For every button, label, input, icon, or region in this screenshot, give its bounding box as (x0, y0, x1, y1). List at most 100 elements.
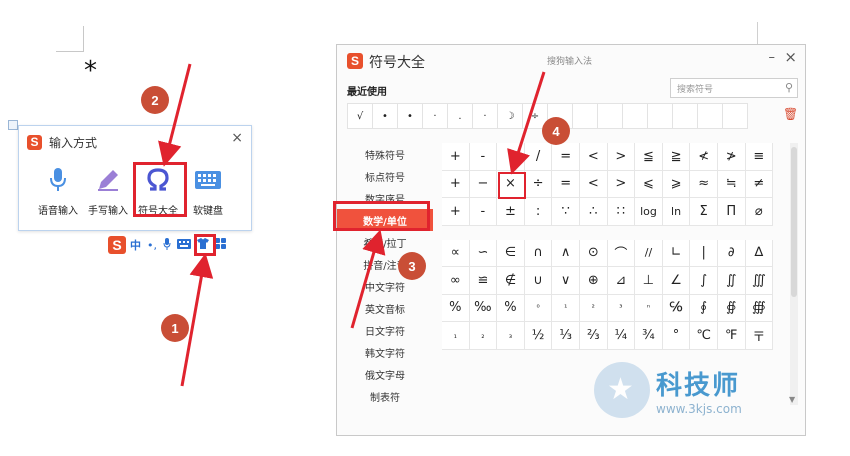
symbol-cell[interactable]: - (469, 198, 498, 226)
symbol-cell[interactable]: ¾ (635, 322, 663, 350)
symbol-cell[interactable]: ⊕ (579, 267, 608, 295)
symbol-cell[interactable]: ≮ (690, 143, 718, 171)
symbol-cell[interactable]: ⁿ (635, 294, 663, 322)
symbol-search-input[interactable]: 搜索符号 ⚲ (670, 78, 798, 98)
recent-empty-cell[interactable] (597, 103, 623, 129)
symbol-cell[interactable]: ∵ (552, 198, 580, 226)
category-item[interactable]: 英文音标 (337, 297, 433, 319)
symbol-cell[interactable]: ⅓ (552, 322, 580, 350)
symbol-cell[interactable]: ≠ (745, 170, 774, 198)
recent-symbol-cell[interactable]: · (422, 103, 448, 129)
recent-symbol-cell[interactable]: • (372, 103, 398, 129)
symbol-cell[interactable]: | (690, 239, 718, 267)
symbol-cell[interactable]: ‰ (469, 294, 498, 322)
symbol-cell[interactable]: - (469, 143, 498, 171)
recent-empty-cell[interactable] (672, 103, 698, 129)
symbol-cell[interactable]: + (442, 198, 470, 226)
symbol-cell[interactable]: % (497, 294, 525, 322)
symbol-cell[interactable]: % (442, 294, 470, 322)
symbol-cell[interactable]: ± (497, 198, 525, 226)
symbol-cell[interactable]: ½ (524, 322, 553, 350)
symbol-cell[interactable]: ° (662, 322, 691, 350)
symbol-cell[interactable]: ≡ (745, 143, 774, 171)
symbol-cell[interactable]: ⊥ (635, 267, 663, 295)
symbol-cell[interactable]: ∷ (607, 198, 636, 226)
symbol-cell[interactable]: ∨ (552, 267, 580, 295)
symbol-cell[interactable]: ∟ (662, 239, 691, 267)
symbol-cell[interactable]: < (579, 143, 608, 171)
recent-empty-cell[interactable] (722, 103, 748, 129)
symbol-cell[interactable]: = (552, 170, 580, 198)
popup-close-button[interactable]: × (231, 130, 243, 146)
sogou-status-logo-icon[interactable]: S (108, 236, 126, 254)
symbol-cell[interactable]: ₁ (442, 322, 470, 350)
symbol-cell[interactable]: ² (579, 294, 608, 322)
symbol-cell[interactable]: ∩ (524, 239, 553, 267)
soft-keyboard-button[interactable]: 软键盘 (183, 164, 233, 217)
punctuation-toggle[interactable]: •, (147, 239, 157, 252)
symbol-cell[interactable]: ⁰ (524, 294, 553, 322)
symbol-cell[interactable]: ₂ (469, 322, 498, 350)
microphone-icon[interactable] (163, 237, 171, 253)
symbol-cell[interactable]: ∆ (745, 239, 774, 267)
symbol-cell[interactable]: ∞ (442, 267, 470, 295)
category-item[interactable]: 日文字符 (337, 319, 433, 341)
recent-symbol-cell[interactable]: ☽ (497, 103, 523, 129)
symbol-cell[interactable]: ∪ (524, 267, 553, 295)
symbol-cell[interactable]: ≌ (469, 267, 498, 295)
symbol-cell[interactable]: − (469, 170, 498, 198)
scroll-down-arrow-icon[interactable]: ▼ (789, 395, 795, 404)
handwriting-input-button[interactable]: 手写输入 (83, 164, 133, 217)
symbol-cell[interactable]: + (442, 170, 470, 198)
symbol-cell[interactable]: ∉ (497, 267, 525, 295)
symbol-cell[interactable]: ∧ (552, 239, 580, 267)
recent-empty-cell[interactable] (572, 103, 598, 129)
symbol-cell[interactable]: / (524, 143, 553, 171)
symbol-cell[interactable]: ≧ (662, 143, 691, 171)
symbol-cell[interactable]: > (607, 170, 636, 198)
apps-icon[interactable] (215, 238, 226, 252)
symbol-cell[interactable]: ⌒ (607, 239, 636, 267)
category-item[interactable]: 制表符 (337, 385, 433, 407)
recent-symbol-cell[interactable]: · (472, 103, 498, 129)
voice-input-button[interactable]: 语音输入 (33, 164, 83, 217)
category-item[interactable]: 韩文字符 (337, 341, 433, 363)
keyboard-icon[interactable] (177, 238, 191, 252)
close-button[interactable]: × (784, 48, 797, 66)
symbol-cell[interactable]: ₃ (497, 322, 525, 350)
symbol-cell[interactable]: ³ (607, 294, 636, 322)
recent-empty-cell[interactable] (647, 103, 673, 129)
language-mode-toggle[interactable]: 中 (130, 237, 141, 253)
symbol-cell[interactable]: ∭ (745, 267, 774, 295)
recent-empty-cell[interactable] (622, 103, 648, 129)
symbol-cell[interactable]: ⌀ (745, 198, 774, 226)
symbol-cell[interactable]: < (579, 170, 608, 198)
category-item[interactable]: 希腊/拉丁 (337, 231, 433, 253)
symbol-cell[interactable]: : (524, 198, 553, 226)
symbol-cell[interactable]: ∂ (717, 239, 746, 267)
symbol-cell[interactable]: ⊙ (579, 239, 608, 267)
symbol-cell[interactable]: ℉ (717, 322, 746, 350)
recent-empty-cell[interactable] (697, 103, 723, 129)
symbol-cell[interactable]: ¼ (607, 322, 636, 350)
recent-symbol-cell[interactable]: . (447, 103, 473, 129)
recent-symbol-cell[interactable]: • (397, 103, 423, 129)
trash-icon[interactable]: 🗑 (783, 107, 798, 121)
symbol-cell[interactable]: ∽ (469, 239, 498, 267)
minimize-button[interactable]: – (769, 50, 776, 65)
symbol-cell[interactable]: ∬ (717, 267, 746, 295)
scrollbar-thumb[interactable] (791, 147, 797, 297)
symbol-cell[interactable]: ℅ (662, 294, 691, 322)
symbol-cell[interactable]: ∴ (579, 198, 608, 226)
symbol-cell[interactable]: ∈ (497, 239, 525, 267)
symbol-cell[interactable]: ⅔ (579, 322, 608, 350)
symbol-cell[interactable]: ∝ (442, 239, 470, 267)
symbol-cell[interactable]: ln (662, 198, 691, 226)
symbol-cell[interactable]: // (635, 239, 663, 267)
category-item[interactable]: 俄文字母 (337, 363, 433, 385)
symbol-cell[interactable]: > (607, 143, 636, 171)
category-item[interactable]: 特殊符号 (337, 143, 433, 165)
symbol-cell[interactable]: + (442, 143, 470, 171)
symbol-cell[interactable]: ∠ (662, 267, 691, 295)
symbol-cell[interactable]: ⩾ (662, 170, 691, 198)
